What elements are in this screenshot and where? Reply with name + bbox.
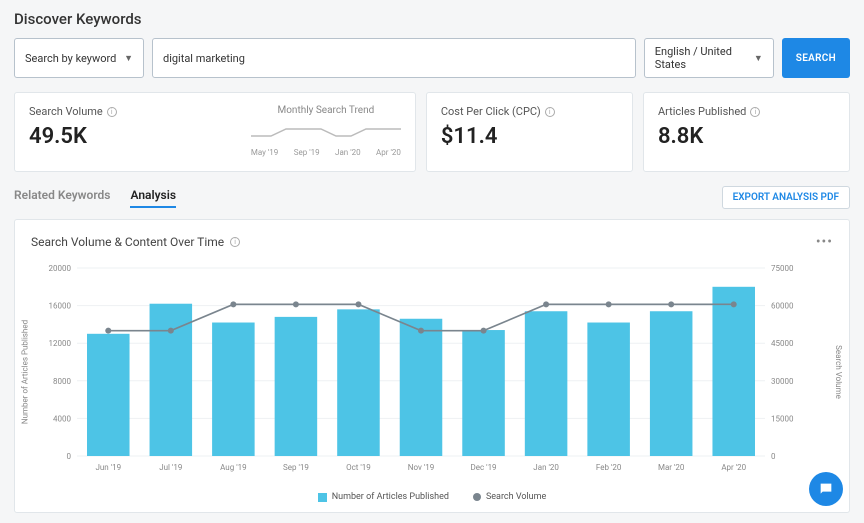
svg-text:12000: 12000 (49, 339, 72, 348)
info-icon[interactable]: i (230, 237, 240, 247)
svg-text:Jan '20: Jan '20 (533, 463, 559, 472)
search-volume-value: 49.5K (29, 124, 117, 149)
svg-text:30000: 30000 (771, 377, 794, 386)
chart-svg: 0 4000 8000 12000 16000 20000 0 15000 30000 45000… (31, 260, 811, 480)
cpc-label: Cost Per Click (CPC) i (441, 105, 618, 118)
articles-label: Articles Published i (658, 105, 835, 118)
svg-text:0: 0 (67, 452, 72, 461)
search-button[interactable]: SEARCH (782, 38, 850, 78)
page-title: Discover Keywords (14, 10, 850, 28)
svg-text:Feb '20: Feb '20 (596, 463, 622, 472)
legend-bars: Number of Articles Published (318, 492, 449, 502)
language-select[interactable]: English / United States ▼ (644, 38, 774, 78)
search-mode-select[interactable]: Search by keyword ▼ (14, 38, 144, 78)
svg-text:45000: 45000 (771, 339, 794, 348)
svg-text:16000: 16000 (49, 302, 72, 311)
svg-text:20000: 20000 (49, 264, 72, 273)
chart-plot-area: Number of Articles Published Search Volu… (31, 260, 833, 484)
chevron-down-icon: ▼ (124, 53, 133, 64)
cpc-card: Cost Per Click (CPC) i $11.4 (426, 92, 633, 172)
keyword-input[interactable] (152, 38, 636, 78)
chat-icon (818, 481, 834, 497)
svg-text:Apr '20: Apr '20 (721, 463, 746, 472)
y-right-axis-label: Search Volume (835, 345, 844, 399)
svg-text:Jun '19: Jun '19 (95, 463, 121, 472)
articles-card: Articles Published i 8.8K (643, 92, 850, 172)
tabs-row: Related Keywords Analysis EXPORT ANALYSI… (14, 186, 850, 209)
trend-ticks: May '19 Sep '19 Jan '20 Apr '20 (251, 148, 401, 157)
trend-label: Monthly Search Trend (277, 105, 374, 116)
dot-icon (473, 493, 481, 501)
info-icon[interactable]: i (107, 107, 117, 117)
monthly-trend: Monthly Search Trend May '19 Sep '19 Jan… (251, 105, 401, 157)
svg-text:Nov '19: Nov '19 (408, 463, 434, 472)
cpc-value: $11.4 (441, 124, 618, 149)
legend-line: Search Volume (473, 492, 546, 502)
search-bar: Search by keyword ▼ English / United Sta… (14, 38, 850, 78)
svg-text:Mar '20: Mar '20 (658, 463, 685, 472)
chart-card: Search Volume & Content Over Time i ••• … (14, 219, 850, 513)
svg-text:Jul '19: Jul '19 (159, 463, 182, 472)
svg-text:60000: 60000 (771, 302, 794, 311)
more-icon[interactable]: ••• (816, 234, 833, 250)
svg-text:8000: 8000 (53, 377, 71, 386)
info-icon[interactable]: i (545, 107, 555, 117)
svg-text:0: 0 (771, 452, 776, 461)
svg-text:Aug '19: Aug '19 (220, 463, 246, 472)
export-pdf-button[interactable]: EXPORT ANALYSIS PDF (722, 186, 850, 209)
search-volume-card: Search Volume i 49.5K Monthly Search Tre… (14, 92, 416, 172)
svg-text:15000: 15000 (771, 414, 794, 423)
svg-text:4000: 4000 (53, 414, 71, 423)
y-left-axis-label: Number of Articles Published (21, 320, 30, 424)
articles-value: 8.8K (658, 124, 835, 149)
tab-related-keywords[interactable]: Related Keywords (14, 188, 110, 208)
chat-fab[interactable] (809, 472, 843, 506)
language-label: English / United States (655, 45, 754, 71)
square-icon (318, 493, 327, 502)
svg-text:Sep '19: Sep '19 (283, 463, 309, 472)
info-icon[interactable]: i (750, 107, 760, 117)
svg-text:Dec '19: Dec '19 (471, 463, 497, 472)
svg-text:Oct '19: Oct '19 (346, 463, 371, 472)
search-volume-label: Search Volume i (29, 105, 117, 118)
search-mode-label: Search by keyword (25, 52, 116, 65)
tab-analysis[interactable]: Analysis (130, 188, 176, 208)
metrics-row: Search Volume i 49.5K Monthly Search Tre… (14, 92, 850, 172)
trend-sparkline (251, 124, 401, 144)
tabs: Related Keywords Analysis (14, 188, 176, 208)
chevron-down-icon: ▼ (754, 53, 763, 64)
chart-legend: Number of Articles Published Search Volu… (31, 492, 833, 502)
svg-text:75000: 75000 (771, 264, 794, 273)
chart-title: Search Volume & Content Over Time i (31, 235, 240, 249)
